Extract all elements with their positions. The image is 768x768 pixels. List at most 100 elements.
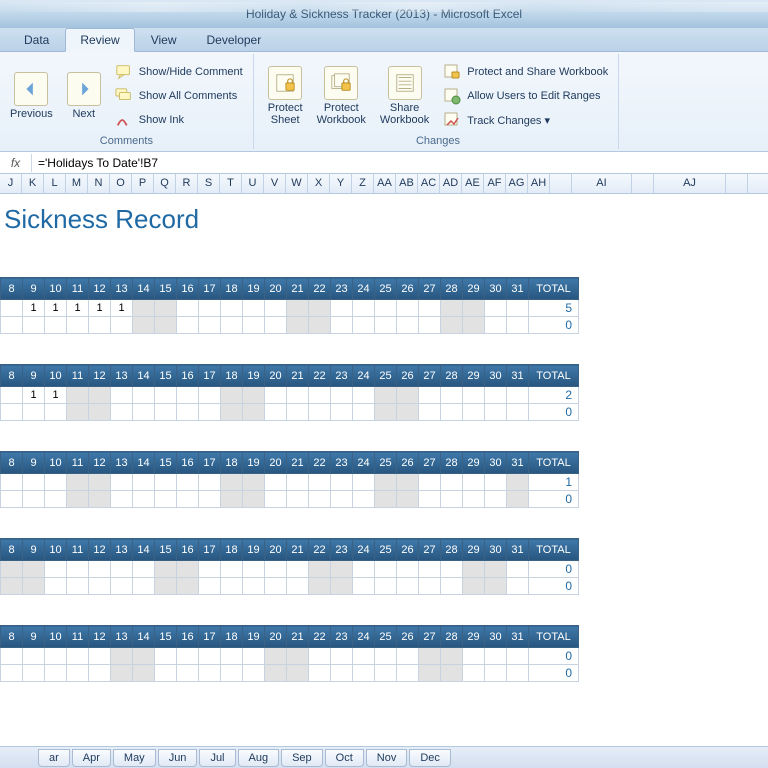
calendar-cell[interactable] [287, 561, 309, 578]
col-header[interactable]: U [242, 174, 264, 193]
calendar-cell[interactable] [441, 578, 463, 595]
calendar-cell[interactable] [177, 561, 199, 578]
calendar-cell[interactable] [133, 387, 155, 404]
calendar-cell[interactable] [265, 387, 287, 404]
calendar-cell[interactable] [177, 404, 199, 421]
calendar-cell[interactable] [111, 578, 133, 595]
calendar-cell[interactable] [67, 578, 89, 595]
calendar-cell[interactable] [331, 491, 353, 508]
calendar-cell[interactable] [331, 578, 353, 595]
calendar-cell[interactable] [375, 648, 397, 665]
calendar-cell[interactable] [199, 300, 221, 317]
calendar-cell[interactable] [155, 474, 177, 491]
calendar-cell[interactable] [177, 491, 199, 508]
calendar-cell[interactable] [243, 578, 265, 595]
calendar-cell[interactable] [243, 300, 265, 317]
previous-comment-button[interactable]: Previous [10, 72, 53, 120]
sheet-tab-aug[interactable]: Aug [238, 749, 280, 767]
calendar-cell[interactable] [221, 387, 243, 404]
calendar-cell[interactable] [375, 404, 397, 421]
calendar-cell[interactable] [287, 300, 309, 317]
calendar-cell[interactable] [309, 387, 331, 404]
calendar-cell[interactable] [287, 665, 309, 682]
calendar-cell[interactable] [463, 578, 485, 595]
calendar-cell[interactable] [89, 404, 111, 421]
formula-input[interactable]: ='Holidays To Date'!B7 [32, 156, 768, 170]
calendar-cell[interactable] [243, 387, 265, 404]
calendar-cell[interactable] [485, 561, 507, 578]
calendar-cell[interactable] [441, 491, 463, 508]
col-header[interactable]: Y [330, 174, 352, 193]
calendar-cell[interactable] [155, 317, 177, 334]
calendar-cell[interactable] [221, 491, 243, 508]
calendar-cell[interactable] [67, 491, 89, 508]
calendar-cell[interactable] [199, 474, 221, 491]
calendar-cell[interactable] [177, 648, 199, 665]
calendar-cell[interactable] [441, 665, 463, 682]
calendar-cell[interactable] [23, 561, 45, 578]
calendar-cell[interactable] [155, 561, 177, 578]
calendar-cell[interactable] [243, 561, 265, 578]
col-header[interactable]: L [44, 174, 66, 193]
calendar-cell[interactable] [463, 300, 485, 317]
calendar-cell[interactable] [309, 578, 331, 595]
calendar-cell[interactable] [243, 491, 265, 508]
calendar-cell[interactable] [507, 491, 529, 508]
calendar-cell[interactable] [177, 474, 199, 491]
calendar-cell[interactable] [89, 578, 111, 595]
calendar-cell[interactable] [45, 648, 67, 665]
calendar-cell[interactable] [1, 665, 23, 682]
calendar-cell[interactable] [331, 561, 353, 578]
calendar-cell[interactable] [133, 665, 155, 682]
calendar-cell[interactable] [397, 387, 419, 404]
calendar-cell[interactable] [507, 404, 529, 421]
calendar-cell[interactable] [23, 491, 45, 508]
calendar-cell[interactable] [199, 317, 221, 334]
calendar-cell[interactable] [133, 300, 155, 317]
calendar-cell[interactable] [353, 561, 375, 578]
calendar-cell[interactable] [353, 317, 375, 334]
calendar-cell[interactable] [155, 648, 177, 665]
calendar-cell[interactable] [67, 561, 89, 578]
calendar-cell[interactable] [309, 317, 331, 334]
col-header[interactable] [726, 174, 748, 193]
calendar-cell[interactable] [221, 300, 243, 317]
calendar-cell[interactable] [111, 317, 133, 334]
calendar-cell[interactable] [23, 648, 45, 665]
calendar-cell[interactable] [353, 300, 375, 317]
calendar-cell[interactable] [419, 317, 441, 334]
calendar-cell[interactable] [155, 404, 177, 421]
calendar-cell[interactable] [463, 561, 485, 578]
calendar-cell[interactable] [199, 404, 221, 421]
calendar-cell[interactable] [485, 387, 507, 404]
calendar-cell[interactable] [287, 491, 309, 508]
col-header[interactable]: AB [396, 174, 418, 193]
calendar-cell[interactable] [67, 665, 89, 682]
calendar-cell[interactable] [375, 387, 397, 404]
calendar-cell[interactable] [375, 665, 397, 682]
calendar-cell[interactable] [287, 474, 309, 491]
calendar-cell[interactable] [155, 665, 177, 682]
calendar-cell[interactable] [397, 561, 419, 578]
calendar-cell[interactable] [463, 491, 485, 508]
sheet-tab-apr[interactable]: Apr [72, 749, 111, 767]
calendar-cell[interactable] [375, 578, 397, 595]
calendar-cell[interactable] [89, 648, 111, 665]
allow-edit-ranges-button[interactable]: Allow Users to Edit Ranges [443, 85, 608, 107]
calendar-cell[interactable] [45, 578, 67, 595]
col-header[interactable] [550, 174, 572, 193]
calendar-cell[interactable] [199, 648, 221, 665]
calendar-cell[interactable] [243, 665, 265, 682]
calendar-cell[interactable] [45, 491, 67, 508]
calendar-cell[interactable] [1, 317, 23, 334]
worksheet[interactable]: Sickness Record 891011121314151617181920… [0, 194, 768, 682]
calendar-cell[interactable] [397, 404, 419, 421]
calendar-cell[interactable] [397, 300, 419, 317]
calendar-cell[interactable] [485, 404, 507, 421]
calendar-cell[interactable] [133, 474, 155, 491]
calendar-cell[interactable] [155, 491, 177, 508]
calendar-cell[interactable]: 1 [111, 300, 133, 317]
show-all-comments-button[interactable]: Show All Comments [115, 85, 243, 107]
calendar-cell[interactable] [45, 665, 67, 682]
calendar-cell[interactable] [111, 665, 133, 682]
